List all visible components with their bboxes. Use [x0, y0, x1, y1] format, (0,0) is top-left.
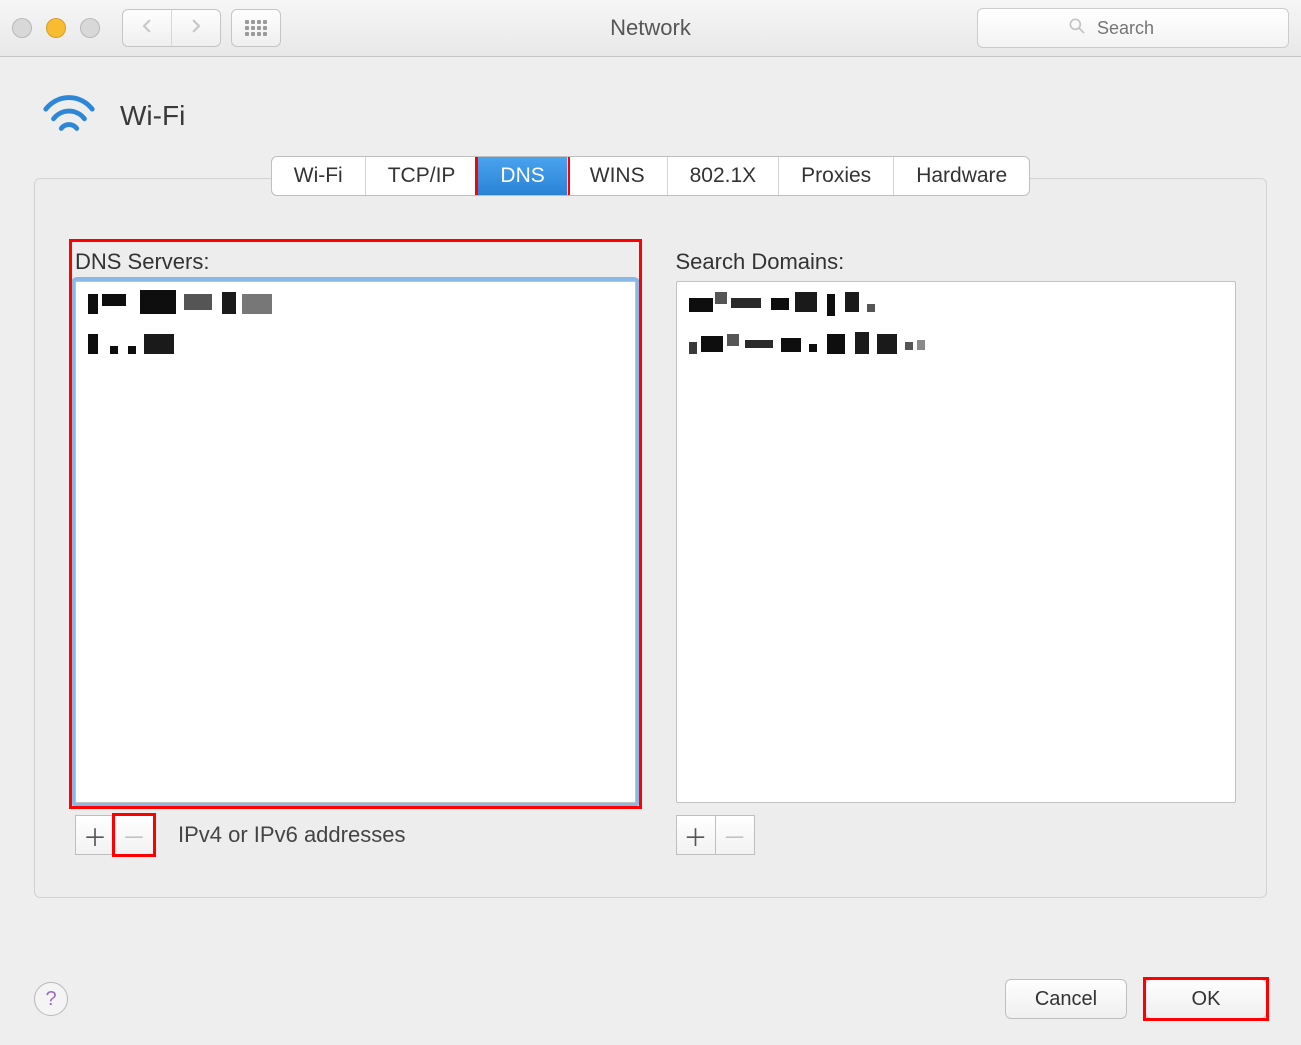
dns-footer: ＋ － IPv4 or IPv6 addresses: [75, 815, 636, 855]
action-buttons: Cancel OK: [1005, 979, 1267, 1019]
tab-8021x[interactable]: 802.1X: [667, 157, 779, 195]
tab-wins[interactable]: WINS: [567, 157, 667, 195]
tab-tcpip[interactable]: TCP/IP: [365, 157, 478, 195]
wifi-icon: [40, 89, 98, 142]
cancel-button[interactable]: Cancel: [1005, 979, 1127, 1019]
tab-wifi[interactable]: Wi-Fi: [272, 157, 365, 195]
dns-servers-header: DNS Servers:: [75, 249, 636, 275]
domain-footer: ＋ －: [676, 815, 1237, 855]
tab-hardware[interactable]: Hardware: [893, 157, 1029, 195]
minus-icon: －: [122, 818, 146, 853]
chevron-right-icon: [187, 17, 205, 40]
tabbar: Wi-Fi TCP/IP DNS WINS 802.1X Proxies Har…: [0, 156, 1301, 196]
bottom-bar: ? Cancel OK: [34, 979, 1267, 1019]
back-button[interactable]: [123, 10, 172, 46]
window-toolbar: Network: [0, 0, 1301, 57]
search-box[interactable]: [977, 8, 1289, 48]
nav-group: [122, 9, 221, 47]
close-window-button[interactable]: [12, 18, 32, 38]
grid-icon: [245, 20, 267, 36]
list-item[interactable]: [76, 322, 635, 362]
forward-button[interactable]: [172, 10, 220, 46]
show-all-prefs-button[interactable]: [231, 9, 281, 47]
search-icon: [1067, 16, 1087, 41]
connection-name: Wi-Fi: [120, 100, 185, 132]
question-icon: ?: [45, 988, 56, 1011]
add-dns-button[interactable]: ＋: [75, 815, 115, 855]
minus-icon: －: [723, 818, 747, 853]
tab-dns[interactable]: DNS: [477, 157, 566, 195]
zoom-window-button[interactable]: [80, 18, 100, 38]
dns-footer-label: IPv4 or IPv6 addresses: [178, 822, 405, 848]
list-item[interactable]: [76, 282, 635, 322]
dns-servers-column: DNS Servers:: [75, 249, 636, 855]
search-domains-header: Search Domains:: [676, 249, 1237, 275]
tab-proxies[interactable]: Proxies: [778, 157, 893, 195]
dns-servers-list[interactable]: [75, 281, 636, 803]
remove-dns-button[interactable]: －: [115, 815, 154, 855]
search-domains-list[interactable]: [676, 281, 1237, 803]
list-item[interactable]: [677, 282, 1236, 322]
minimize-window-button[interactable]: [46, 18, 66, 38]
add-domain-button[interactable]: ＋: [676, 815, 716, 855]
plus-icon: ＋: [684, 818, 708, 853]
ok-button[interactable]: OK: [1145, 979, 1267, 1019]
connection-header: Wi-Fi: [0, 57, 1301, 148]
help-button[interactable]: ?: [34, 982, 68, 1016]
tabs: Wi-Fi TCP/IP DNS WINS 802.1X Proxies Har…: [271, 156, 1030, 196]
settings-panel: DNS Servers:: [34, 178, 1267, 898]
list-item[interactable]: [677, 322, 1236, 362]
chevron-left-icon: [138, 17, 156, 40]
search-domains-column: Search Domains:: [676, 249, 1237, 855]
remove-domain-button[interactable]: －: [716, 815, 755, 855]
search-input[interactable]: [1095, 17, 1199, 40]
traffic-lights: [12, 18, 100, 38]
plus-icon: ＋: [83, 818, 107, 853]
